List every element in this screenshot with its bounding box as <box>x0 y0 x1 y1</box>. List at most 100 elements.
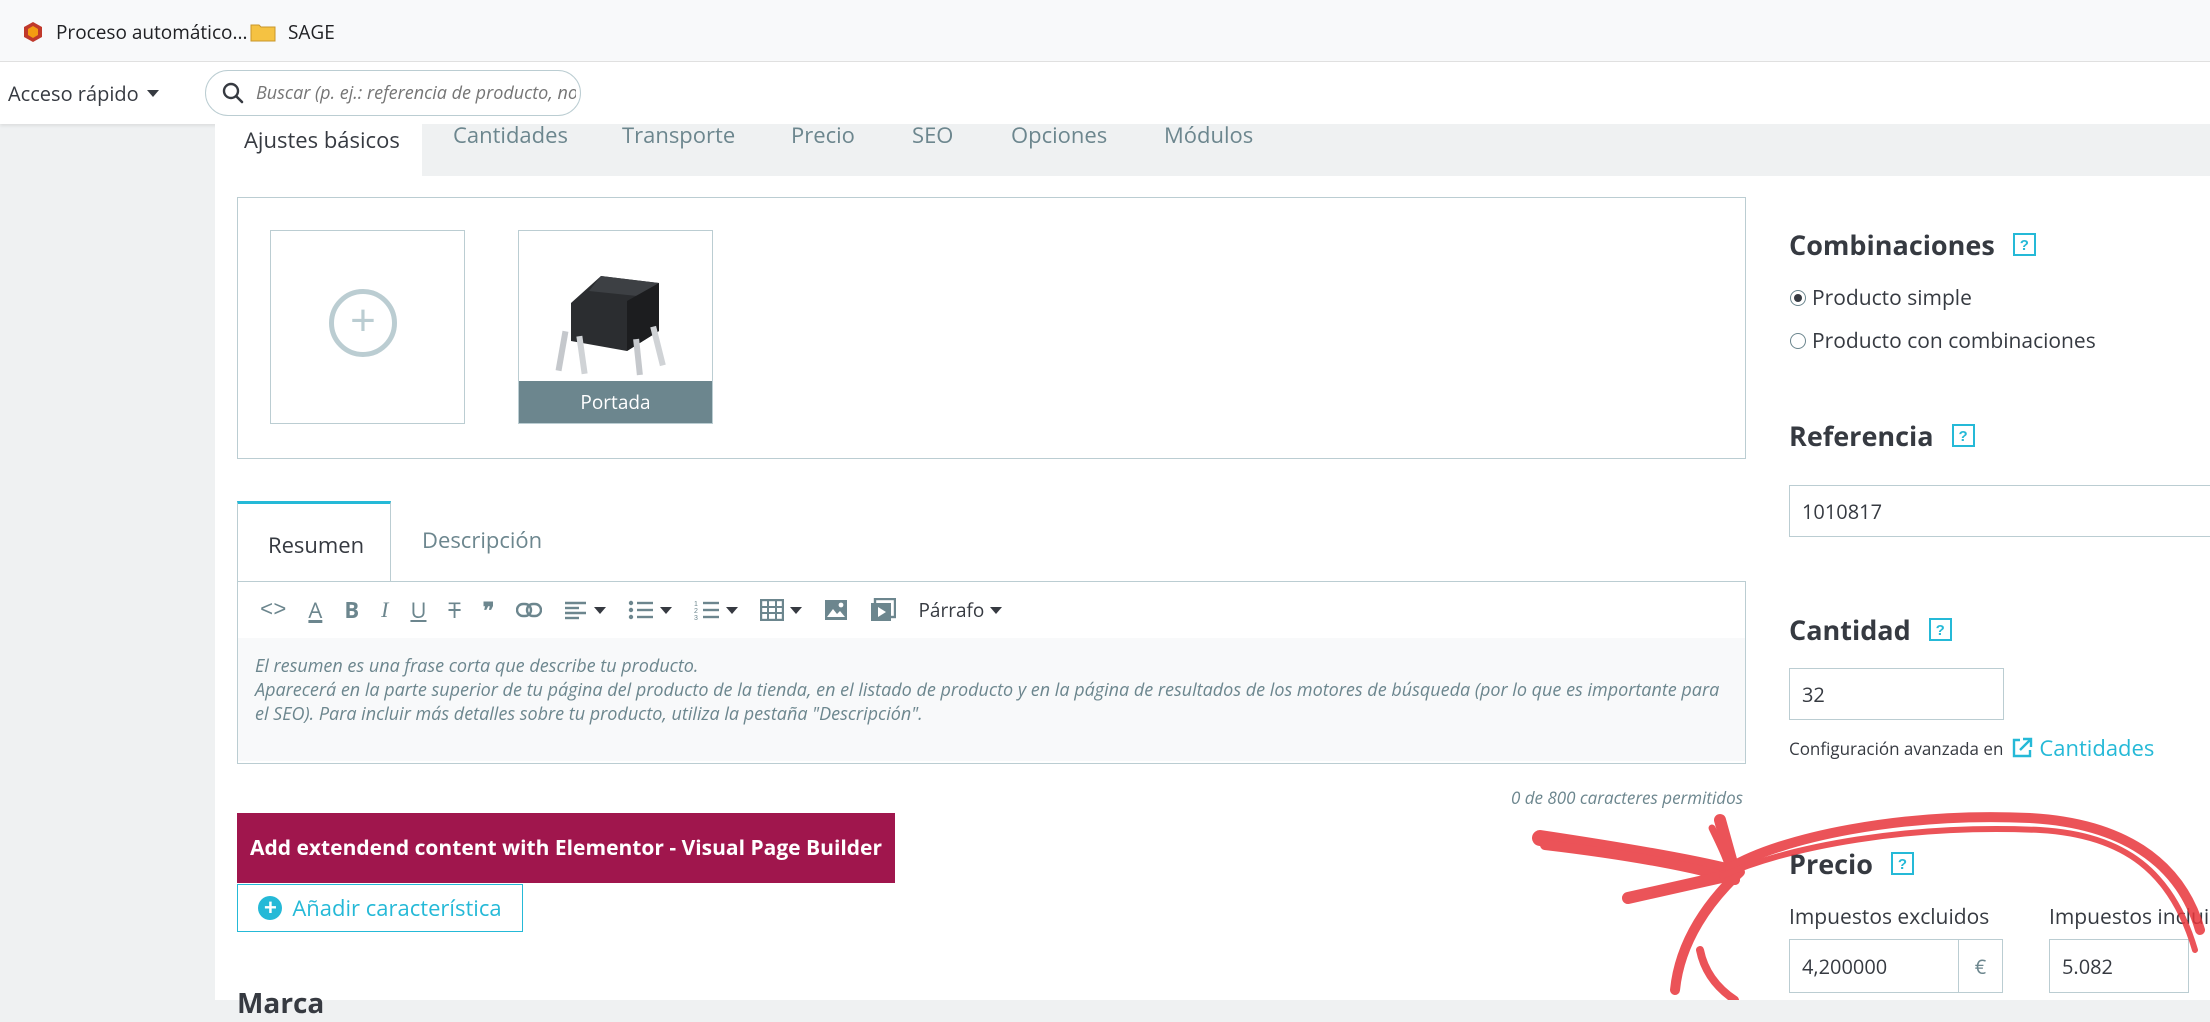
help-icon[interactable]: ? <box>1928 618 1952 641</box>
bullet-list-dropdown[interactable] <box>628 600 673 620</box>
chevron-down-icon <box>726 606 739 614</box>
external-link-icon <box>2013 737 2033 758</box>
combinations-heading: Combinaciones ? <box>1789 226 2036 263</box>
tax-excluded-label: Impuestos excluidos <box>1789 903 1990 931</box>
strikethrough-icon[interactable]: T <box>448 595 460 625</box>
bookmark-label: SAGE <box>288 19 335 45</box>
chevron-down-icon <box>660 606 673 614</box>
product-images-box: + Portada <box>237 197 1746 459</box>
price-tax-excluded-input[interactable]: 4,200000 <box>1789 939 1959 993</box>
bullet-list-icon <box>629 600 654 620</box>
reference-value: 1010817 <box>1802 497 1883 525</box>
placeholder-line-1: El resumen es una frase corta que descri… <box>255 654 699 678</box>
search-input[interactable] <box>254 80 578 106</box>
radio-with-combinations[interactable]: Producto con combinaciones <box>1790 327 2096 355</box>
price-heading: Precio ? <box>1789 845 1915 882</box>
bookmarks-bar: Proceso automático... SAGE <box>0 0 2210 62</box>
reference-input[interactable]: 1010817 <box>1789 485 2210 537</box>
radio-label: Producto simple <box>1812 284 1972 312</box>
editor-toolbar: <> A B I U T ❞ 123 Párrafo <box>238 582 1745 638</box>
bookmark-label: Proceso automático... <box>56 19 248 45</box>
radio-unchecked-icon <box>1790 333 1806 349</box>
add-image-button[interactable]: + <box>270 230 465 424</box>
tab-seo[interactable]: SEO <box>912 120 953 150</box>
media-icon[interactable] <box>870 598 897 622</box>
price-title: Precio <box>1789 845 1874 882</box>
help-icon[interactable]: ? <box>2012 233 2036 256</box>
format-select-value: Párrafo <box>918 597 985 623</box>
price-tax-included-value: 5.082 <box>2062 952 2113 980</box>
summary-placeholder: El resumen es una frase corta que descri… <box>255 654 1725 726</box>
product-photo <box>555 276 666 376</box>
svg-text:2: 2 <box>694 608 698 615</box>
placeholder-line-2: Aparecerá en la parte superior de tu pág… <box>255 678 1720 726</box>
add-feature-label: Añadir característica <box>292 893 502 923</box>
text-color-icon[interactable]: A <box>308 595 322 625</box>
italic-icon[interactable]: I <box>381 597 388 623</box>
radio-label: Producto con combinaciones <box>1812 327 2096 355</box>
site-favicon-icon <box>24 22 42 42</box>
search-box[interactable] <box>205 70 581 116</box>
tab-modulos[interactable]: Módulos <box>1164 120 1253 150</box>
svg-text:3: 3 <box>694 615 698 620</box>
quote-icon[interactable]: ❞ <box>483 595 495 625</box>
plus-circle-icon: + <box>329 289 397 357</box>
summary-editor[interactable]: <> A B I U T ❞ 123 Párrafo El resumen es… <box>237 581 1746 764</box>
link-icon[interactable] <box>516 602 543 618</box>
tab-cantidades[interactable]: Cantidades <box>453 120 568 150</box>
radio-checked-icon <box>1790 290 1806 306</box>
svg-text:1: 1 <box>694 601 698 608</box>
chevron-down-icon <box>594 606 607 614</box>
tab-resumen-label: Resumen <box>268 530 365 560</box>
price-tax-included-input[interactable]: 5.082 <box>2049 939 2189 993</box>
search-icon <box>222 82 244 104</box>
tab-descripcion[interactable]: Descripción <box>422 525 542 555</box>
chevron-down-icon <box>146 90 159 97</box>
advanced-settings-note: Configuración avanzada en Cantidades <box>1789 733 2154 763</box>
tab-transporte[interactable]: Transporte <box>622 120 735 150</box>
character-counter: 0 de 800 caracteres permitidos <box>1510 786 1743 809</box>
table-icon <box>760 599 785 621</box>
brand-heading: Marca <box>237 984 325 1022</box>
quantity-title: Cantidad <box>1789 611 1911 648</box>
quantity-value: 32 <box>1802 680 1825 708</box>
code-view-icon[interactable]: <> <box>260 598 286 623</box>
folder-icon <box>250 24 276 42</box>
numbered-list-dropdown[interactable]: 123 <box>694 600 739 620</box>
quantities-link-label: Cantidades <box>2039 733 2155 763</box>
format-select[interactable]: Párrafo <box>918 597 1003 623</box>
reference-heading: Referencia ? <box>1789 417 1975 454</box>
reference-title: Referencia <box>1789 417 1934 454</box>
tab-precio[interactable]: Precio <box>791 120 855 150</box>
bookmark-sage[interactable]: SAGE <box>250 19 335 45</box>
help-icon[interactable]: ? <box>1951 424 1975 447</box>
bold-icon[interactable]: B <box>344 595 359 625</box>
quick-access-dropdown[interactable]: Acceso rápido <box>8 80 159 107</box>
radio-simple-product[interactable]: Producto simple <box>1790 284 1972 312</box>
bookmark-proceso[interactable]: Proceso automático... <box>22 19 247 45</box>
advanced-prefix: Configuración avanzada en <box>1789 736 2004 760</box>
align-dropdown[interactable] <box>564 600 607 620</box>
quantity-input[interactable]: 32 <box>1789 668 2004 720</box>
numbered-list-icon: 123 <box>694 601 720 620</box>
help-icon[interactable]: ? <box>1891 852 1915 875</box>
tab-resumen[interactable]: Resumen <box>237 501 391 581</box>
product-image-thumbnail[interactable]: Portada <box>518 230 713 424</box>
quantity-heading: Cantidad ? <box>1789 611 1952 648</box>
admin-header: Acceso rápido <box>0 62 2210 124</box>
quantities-link[interactable]: Cantidades <box>2011 733 2154 763</box>
tab-ajustes-basicos[interactable]: Ajustes básicos <box>244 125 400 155</box>
combinations-title: Combinaciones <box>1789 226 1995 263</box>
add-feature-button[interactable]: + Añadir característica <box>237 884 523 932</box>
quick-access-label: Acceso rápido <box>8 80 139 107</box>
tab-opciones[interactable]: Opciones <box>1011 120 1107 150</box>
chevron-down-icon <box>990 606 1003 614</box>
editor-content-area[interactable]: El resumen es una frase corta que descri… <box>238 638 1745 761</box>
underline-icon[interactable]: U <box>410 595 426 625</box>
cover-label: Portada <box>519 381 712 423</box>
table-dropdown[interactable] <box>760 599 803 621</box>
currency-addon: € <box>1959 939 2003 993</box>
plus-icon: + <box>258 896 283 920</box>
image-icon[interactable] <box>824 599 848 621</box>
elementor-button[interactable]: Add extendend content with Elementor - V… <box>237 813 895 883</box>
